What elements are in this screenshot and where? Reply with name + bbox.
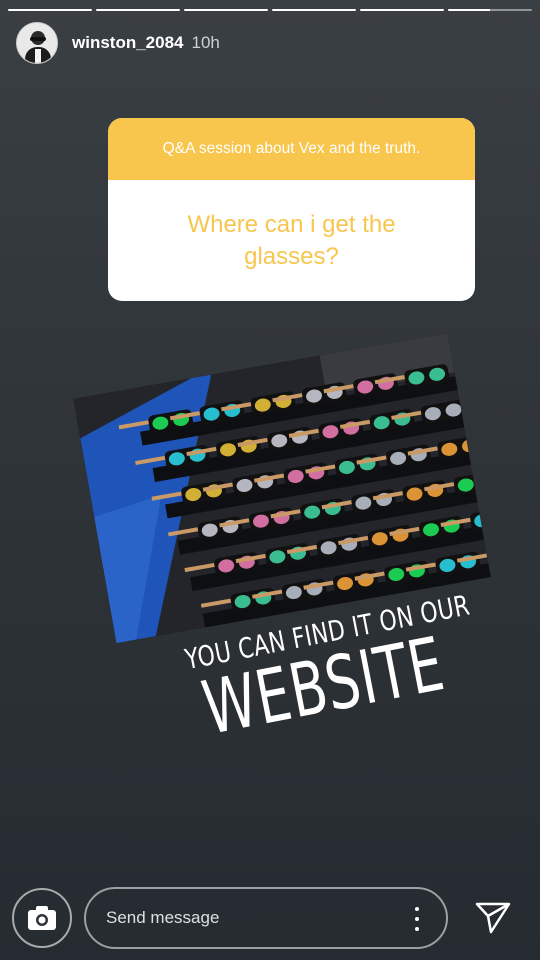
question-prompt: Q&A session about Vex and the truth.: [108, 118, 475, 180]
progress-segment: [272, 9, 356, 11]
username[interactable]: winston_2084: [72, 33, 184, 53]
send-message-placeholder: Send message: [106, 908, 220, 927]
progress-segment: [184, 9, 268, 11]
post-time: 10h: [191, 33, 220, 52]
progress-segment: [96, 9, 180, 11]
send-message-input[interactable]: Send message: [84, 887, 448, 949]
more-vertical-icon[interactable]: [412, 907, 422, 931]
progress-segment: [360, 9, 444, 11]
camera-button[interactable]: [12, 888, 72, 948]
question-sticker[interactable]: Q&A session about Vex and the truth. Whe…: [108, 118, 475, 301]
story-progress-bar: [8, 9, 532, 11]
camera-icon: [28, 906, 56, 930]
avatar[interactable]: [16, 22, 58, 64]
progress-segment-current: [448, 9, 532, 11]
progress-segment: [8, 9, 92, 11]
story-header: winston_2084 10h: [16, 22, 220, 64]
question-text: Where can i get the glasses?: [187, 210, 396, 270]
send-icon[interactable]: [474, 898, 512, 936]
